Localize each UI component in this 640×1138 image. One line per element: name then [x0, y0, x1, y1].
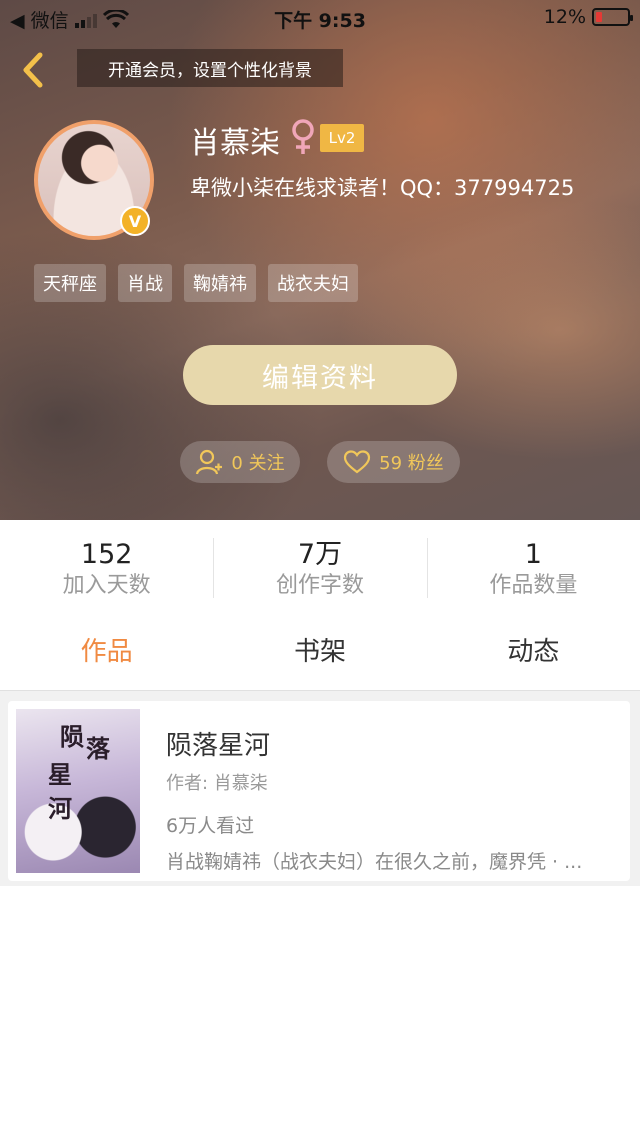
stat-value: 152: [80, 539, 133, 570]
user-bio: 卑微小柒在线求读者！QQ：377994725: [190, 176, 575, 200]
stat-value: 7万: [297, 539, 343, 570]
verified-badge: V: [120, 206, 150, 236]
stats-row: 152 加入天数 7万 创作字数 1 作品数量: [0, 520, 640, 616]
following-count: 0 关注: [231, 453, 285, 474]
cover-char: 落: [86, 734, 110, 763]
username: 肖慕柒: [190, 126, 280, 161]
list-item[interactable]: 陨落星河 陨落星河 作者: 肖慕柒 6万人看过 肖战鞠婧祎（战衣夫妇）在很久之前…: [8, 701, 630, 881]
tag-item[interactable]: 鞠婧祎: [184, 264, 256, 302]
tag-list: 天秤座 肖战 鞠婧祎 战衣夫妇: [34, 264, 358, 302]
level-badge: Lv2: [320, 124, 364, 152]
stat-label: 加入天数: [62, 573, 151, 598]
tab-activity[interactable]: 动态: [427, 616, 640, 690]
heart-icon: [344, 450, 371, 474]
fans-count: 59 粉丝: [379, 453, 444, 474]
stat-works: 1 作品数量: [426, 520, 640, 616]
tag-item[interactable]: 肖战: [118, 264, 172, 302]
vip-background-banner[interactable]: 开通会员，设置个性化背景: [77, 49, 343, 87]
cover-char: 星: [48, 760, 72, 789]
tab-bookshelf[interactable]: 书架: [213, 616, 426, 690]
tab-works[interactable]: 作品: [0, 616, 213, 690]
book-cover[interactable]: 陨落星河: [16, 709, 140, 873]
profile-header: ◀ 微信 下午 9:53 12% 开通会员，设置个性化背景 V 肖慕柒 Lv2 …: [0, 0, 640, 520]
battery-percent: 12%: [543, 6, 586, 28]
cover-char: 陨: [60, 722, 84, 751]
status-right: 12%: [543, 6, 633, 28]
book-title[interactable]: 陨落星河: [166, 725, 270, 762]
stat-words: 7万 创作字数: [213, 520, 426, 616]
tag-item[interactable]: 战衣夫妇: [268, 264, 358, 302]
book-author: 作者: 肖慕柒: [166, 773, 268, 794]
works-list: 陨落星河 陨落星河 作者: 肖慕柒 6万人看过 肖战鞠婧祎（战衣夫妇）在很久之前…: [0, 690, 640, 886]
fans-button[interactable]: 59 粉丝: [327, 441, 460, 483]
user-add-icon: [196, 449, 223, 475]
cover-char: 河: [48, 794, 72, 823]
tag-item[interactable]: 天秤座: [34, 264, 106, 302]
edit-profile-button[interactable]: 编辑资料: [183, 345, 457, 405]
avatar-container[interactable]: V: [34, 120, 154, 240]
following-button[interactable]: 0 关注: [180, 441, 300, 483]
battery-icon: [592, 8, 633, 26]
status-bar: ◀ 微信 下午 9:53 12%: [0, 0, 640, 36]
book-description: 肖战鞠婧祎（战衣夫妇）在很久之前，魔界凭 · ...: [166, 851, 583, 873]
book-views: 6万人看过: [166, 815, 255, 837]
female-icon: [292, 119, 314, 154]
stat-days: 152 加入天数: [0, 520, 213, 616]
tab-bar: 作品 书架 动态: [0, 616, 640, 690]
back-chevron-icon[interactable]: [16, 50, 50, 90]
stat-value: 1: [524, 539, 542, 570]
stat-label: 创作字数: [275, 573, 364, 598]
stat-label: 作品数量: [489, 573, 578, 598]
